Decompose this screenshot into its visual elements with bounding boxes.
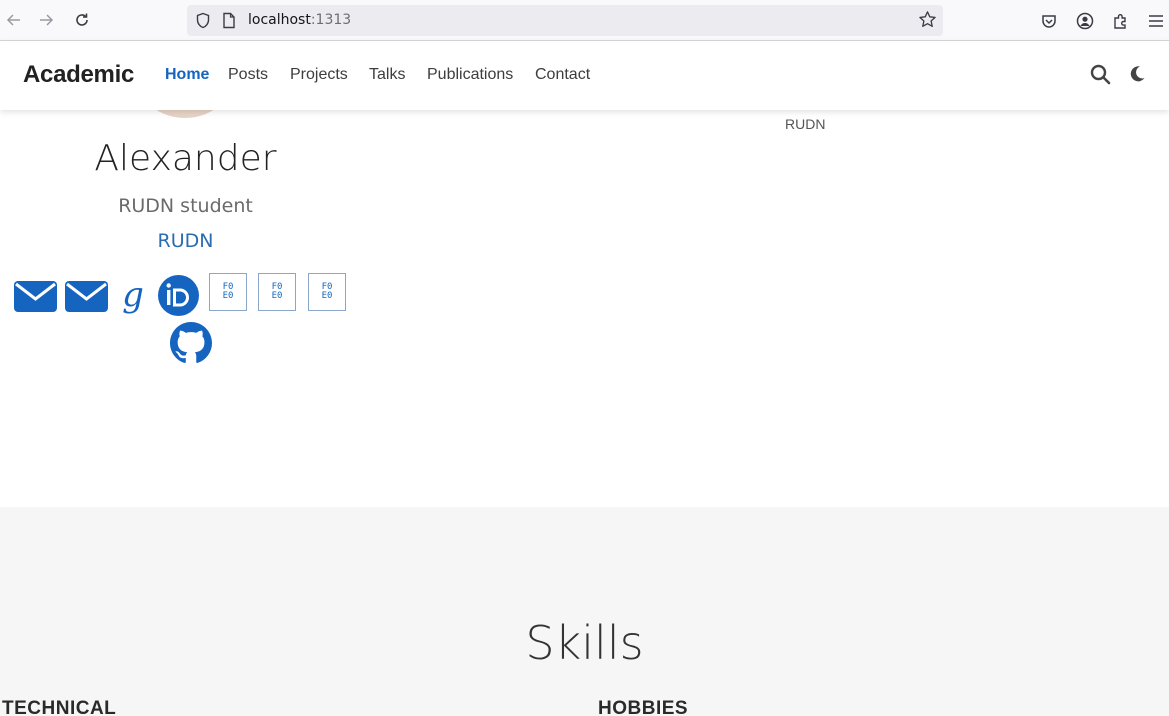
search-icon[interactable] bbox=[1090, 64, 1111, 90]
url-host: localhost bbox=[248, 12, 311, 28]
back-arrow-icon[interactable] bbox=[2, 8, 26, 32]
nav-item-projects[interactable]: Projects bbox=[290, 66, 348, 84]
organization-label: RUDN bbox=[785, 116, 826, 132]
moon-icon[interactable] bbox=[1128, 65, 1146, 88]
envelope-icon[interactable] bbox=[14, 281, 57, 317]
bookmark-star-icon[interactable] bbox=[918, 10, 937, 34]
skills-column-hobbies: HOBBIES bbox=[598, 698, 689, 716]
menu-icon[interactable] bbox=[1145, 10, 1167, 32]
forward-arrow-icon[interactable] bbox=[34, 8, 58, 32]
account-icon[interactable] bbox=[1074, 10, 1096, 32]
missing-glyph-icon[interactable]: F0 E0 bbox=[308, 273, 346, 311]
missing-glyph-icon[interactable]: F0 E0 bbox=[209, 273, 247, 311]
extensions-icon[interactable] bbox=[1110, 10, 1132, 32]
skills-column-technical: TECHNICAL bbox=[2, 698, 117, 716]
google-scholar-icon[interactable]: g bbox=[117, 275, 149, 319]
nav-item-publications[interactable]: Publications bbox=[427, 66, 513, 84]
nav-item-contact[interactable]: Contact bbox=[535, 66, 590, 84]
missing-glyph-icon[interactable]: F0 E0 bbox=[258, 273, 296, 311]
profile-role: RUDN student bbox=[118, 195, 253, 217]
missing-glyph-text: F0 E0 bbox=[271, 282, 283, 301]
github-icon[interactable] bbox=[170, 322, 212, 369]
url-port: :1313 bbox=[310, 12, 352, 28]
site-brand[interactable]: Academic bbox=[23, 61, 134, 89]
svg-text:g: g bbox=[122, 276, 144, 314]
reload-icon[interactable] bbox=[70, 8, 94, 32]
skills-section: Skills TECHNICAL HOBBIES bbox=[0, 507, 1169, 716]
profile-name: Alexander bbox=[94, 138, 277, 179]
missing-glyph-text: F0 E0 bbox=[222, 282, 234, 301]
pocket-icon[interactable] bbox=[1038, 10, 1060, 32]
nav-item-posts[interactable]: Posts bbox=[228, 66, 268, 84]
profile-organization[interactable]: RUDN bbox=[0, 230, 371, 252]
nav-item-home[interactable]: Home bbox=[165, 66, 209, 84]
envelope-icon[interactable] bbox=[65, 281, 108, 317]
missing-glyph-text: F0 E0 bbox=[321, 282, 333, 301]
nav-item-talks[interactable]: Talks bbox=[369, 66, 405, 84]
page-icon bbox=[222, 12, 236, 34]
url-bar[interactable]: localhost:1313 bbox=[187, 5, 943, 36]
shield-icon[interactable] bbox=[195, 12, 211, 34]
site-navbar: Academic Home Posts Projects Talks Publi… bbox=[0, 41, 1169, 110]
url-text: localhost:1313 bbox=[248, 12, 351, 28]
skills-title: Skills bbox=[525, 616, 644, 670]
browser-toolbar: localhost:1313 bbox=[0, 0, 1169, 41]
orcid-icon[interactable] bbox=[158, 275, 199, 321]
